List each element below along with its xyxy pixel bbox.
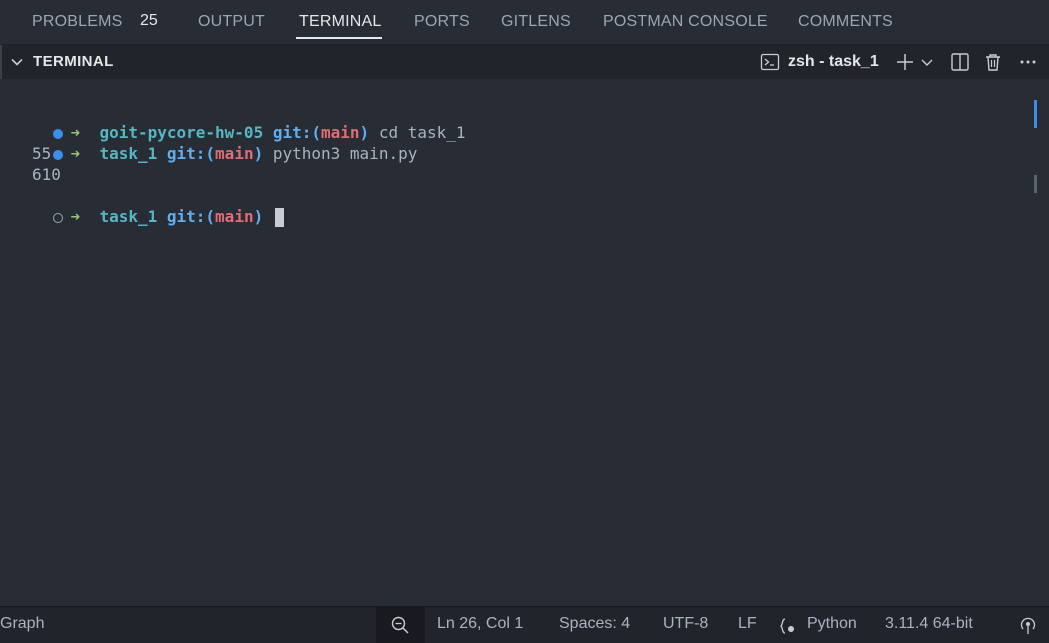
scrollbar-thumb[interactable] [1034, 175, 1037, 193]
status-search[interactable] [376, 607, 425, 643]
chevron-down-icon[interactable] [10, 55, 24, 69]
command-pending-dot-icon [52, 212, 63, 223]
status-cursor-position[interactable]: Ln 26, Col 1 [437, 615, 523, 633]
terminal-output[interactable]: ➜ goit-pycore-hw-05 git:(main) cd task_1… [0, 79, 1049, 545]
status-eol[interactable]: LF [738, 615, 757, 633]
tab-terminal[interactable]: TERMINAL [299, 13, 382, 31]
trash-icon[interactable] [983, 52, 1003, 72]
more-actions-icon[interactable] [1018, 52, 1038, 72]
tab-postman-console[interactable]: POSTMAN CONSOLE [603, 13, 768, 31]
terminal-cursor [274, 208, 284, 227]
status-indentation[interactable]: Spaces: 4 [559, 615, 630, 633]
panel-tabs: PROBLEMS 25 OUTPUT TERMINAL PORTS GITLEN… [0, 0, 1049, 44]
broadcast-icon[interactable] [1017, 616, 1039, 636]
section-title: TERMINAL [33, 53, 114, 70]
terminal-section-header[interactable]: TERMINAL zsh - task_1 [0, 45, 1049, 79]
scrollbar-marker [1034, 100, 1037, 128]
problems-count-badge: 25 [140, 12, 158, 29]
terminal-instance-selector[interactable]: zsh - task_1 [760, 51, 879, 73]
tab-comments[interactable]: COMMENTS [798, 13, 893, 31]
status-encoding[interactable]: UTF-8 [663, 615, 708, 633]
braces-icon [780, 618, 794, 634]
active-tab-indicator [296, 37, 382, 39]
status-bar: Graph Ln 26, Col 1 Spaces: 4 UTF-8 LF Py… [0, 606, 1049, 643]
tab-gitlens[interactable]: GITLENS [501, 13, 571, 31]
command-success-dot-icon[interactable] [52, 149, 63, 160]
panel-empty-area [0, 545, 1049, 607]
tab-output[interactable]: OUTPUT [198, 13, 265, 31]
tab-ports[interactable]: PORTS [414, 13, 470, 31]
chevron-down-icon[interactable] [920, 52, 934, 72]
terminal-line: ➜ task_1 git:(main) python3 main.py [14, 122, 417, 163]
terminal-name: zsh - task_1 [788, 53, 879, 70]
status-graph[interactable]: Graph [0, 615, 44, 633]
tab-problems[interactable]: PROBLEMS [32, 13, 123, 31]
status-interpreter[interactable]: 3.11.4 64-bit [885, 615, 973, 633]
status-language[interactable]: Python [807, 615, 857, 633]
terminal-output-line: 610 [32, 165, 61, 184]
split-terminal-icon[interactable] [950, 52, 970, 72]
terminal-icon [760, 53, 780, 71]
plus-icon[interactable] [895, 52, 915, 72]
zoom-out-icon [391, 616, 409, 634]
terminal-line: ➜ goit-pycore-hw-05 git:(main) cd task_1 [14, 101, 466, 142]
terminal-prompt-line: ➜ task_1 git:(main) [14, 185, 284, 227]
terminal-output-line: 55 [32, 144, 52, 163]
